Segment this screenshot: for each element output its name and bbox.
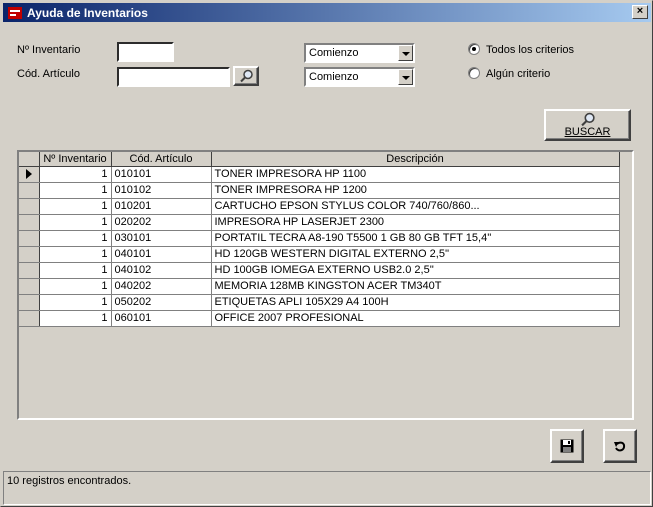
cell-articulo[interactable]: 040202 [111,278,212,295]
articulo-input[interactable] [117,67,230,87]
cell-articulo[interactable]: 030101 [111,230,212,247]
table-row[interactable]: 1 040202 MEMORIA 128MB KINGSTON ACER TM340… [19,278,620,295]
cell-inventario[interactable]: 1 [39,214,112,231]
table-row[interactable]: 1 040101 HD 120GB WESTERN DIGITAL EXTERNO … [19,246,620,263]
row-indicator[interactable] [19,246,40,263]
window-title: Ayuda de Inventarios [27,6,148,20]
row-indicator-header [19,152,40,167]
row-indicator[interactable] [19,166,40,183]
cell-inventario[interactable]: 1 [39,182,112,199]
cell-articulo[interactable]: 050202 [111,294,212,311]
articulo-match-value: Comienzo [309,71,359,83]
row-indicator[interactable] [19,214,40,231]
inventario-match-select[interactable]: Comienzo [304,43,415,63]
search-button[interactable]: BUSCAR [544,109,631,141]
cell-inventario[interactable]: 1 [39,294,112,311]
cell-inventario[interactable]: 1 [39,230,112,247]
table-row[interactable]: 1 030101 PORTATIL TECRA A8-190 T5500 1 GB … [19,230,620,247]
cell-inventario[interactable]: 1 [39,310,112,327]
row-indicator[interactable] [19,310,40,327]
row-indicator[interactable] [19,294,40,311]
floppy-disk-icon [560,439,574,453]
cell-descripcion[interactable]: HD 100GB IOMEGA EXTERNO USB2.0 2,5'' [211,262,620,279]
column-header-articulo[interactable]: Cód. Artículo [111,152,212,167]
inventario-match-value: Comienzo [309,47,359,59]
row-indicator[interactable] [19,198,40,215]
cell-articulo[interactable]: 010201 [111,198,212,215]
inventario-input[interactable] [117,42,174,62]
cell-descripcion[interactable]: OFFICE 2007 PROFESIONAL [211,310,620,327]
title-bar: Ayuda de Inventarios × [3,3,651,22]
current-row-pointer-icon [26,169,32,179]
radio-all-criteria[interactable] [468,43,480,55]
cell-articulo[interactable]: 020202 [111,214,212,231]
status-text: 10 registros encontrados. [7,475,132,487]
cell-inventario[interactable]: 1 [39,166,112,183]
search-button-label: BUSCAR [564,126,611,138]
app-icon [8,7,22,19]
close-button[interactable]: × [632,5,648,19]
table-row[interactable]: 1 010101 TONER IMPRESORA HP 1100 [19,166,620,183]
table-row[interactable]: 1 050202 ETIQUETAS APLI 105X29 A4 100H [19,294,620,311]
table-row[interactable]: 1 010102 TONER IMPRESORA HP 1200 [19,182,620,199]
chevron-down-icon[interactable] [398,69,413,85]
cell-articulo[interactable]: 060101 [111,310,212,327]
articulo-lookup-button[interactable] [233,66,259,86]
articulo-label: Cód. Artículo [17,68,80,80]
status-bar: 10 registros encontrados. [3,471,651,505]
row-indicator[interactable] [19,230,40,247]
results-table: Nº Inventario Cód. Artículo Descripción … [19,152,620,327]
magnifier-icon [240,69,253,83]
results-grid[interactable]: Nº Inventario Cód. Artículo Descripción … [17,150,634,420]
cell-articulo[interactable]: 010101 [111,166,212,183]
cell-inventario[interactable]: 1 [39,262,112,279]
cell-descripcion[interactable]: ETIQUETAS APLI 105X29 A4 100H [211,294,620,311]
cell-descripcion[interactable]: CARTUCHO EPSON STYLUS COLOR 740/760/860.… [211,198,620,215]
row-indicator[interactable] [19,262,40,279]
inventario-label: Nº Inventario [17,44,81,56]
cell-inventario[interactable]: 1 [39,278,112,295]
cell-articulo[interactable]: 010102 [111,182,212,199]
cell-articulo[interactable]: 040102 [111,262,212,279]
save-button[interactable] [550,429,584,463]
magnifier-icon [581,112,595,127]
cell-inventario[interactable]: 1 [39,198,112,215]
cell-descripcion[interactable]: HD 120GB WESTERN DIGITAL EXTERNO 2,5'' [211,246,620,263]
column-header-inventario[interactable]: Nº Inventario [39,152,112,167]
radio-any-label[interactable]: Algún criterio [486,68,550,80]
table-row[interactable]: 1 060101 OFFICE 2007 PROFESIONAL [19,310,620,327]
undo-arrow-icon [614,441,626,452]
cell-descripcion[interactable]: TONER IMPRESORA HP 1200 [211,182,620,199]
table-header-row: Nº Inventario Cód. Artículo Descripción [19,152,620,167]
row-indicator[interactable] [19,182,40,199]
table-row[interactable]: 1 010201 CARTUCHO EPSON STYLUS COLOR 740/7… [19,198,620,215]
column-header-descripcion[interactable]: Descripción [211,152,620,167]
undo-button[interactable] [603,429,637,463]
row-indicator[interactable] [19,278,40,295]
cell-descripcion[interactable]: IMPRESORA HP LASERJET 2300 [211,214,620,231]
chevron-down-icon[interactable] [398,45,413,61]
table-row[interactable]: 1 020202 IMPRESORA HP LASERJET 2300 [19,214,620,231]
table-row[interactable]: 1 040102 HD 100GB IOMEGA EXTERNO USB2.0 2,… [19,262,620,279]
cell-inventario[interactable]: 1 [39,246,112,263]
articulo-match-select[interactable]: Comienzo [304,67,415,87]
cell-descripcion[interactable]: TONER IMPRESORA HP 1100 [211,166,620,183]
inventory-help-window: Ayuda de Inventarios × Nº Inventario Cód… [0,0,653,507]
radio-all-label[interactable]: Todos los criterios [486,44,574,56]
radio-any-criteria[interactable] [468,67,480,79]
cell-descripcion[interactable]: PORTATIL TECRA A8-190 T5500 1 GB 80 GB T… [211,230,620,247]
cell-descripcion[interactable]: MEMORIA 128MB KINGSTON ACER TM340T [211,278,620,295]
cell-articulo[interactable]: 040101 [111,246,212,263]
